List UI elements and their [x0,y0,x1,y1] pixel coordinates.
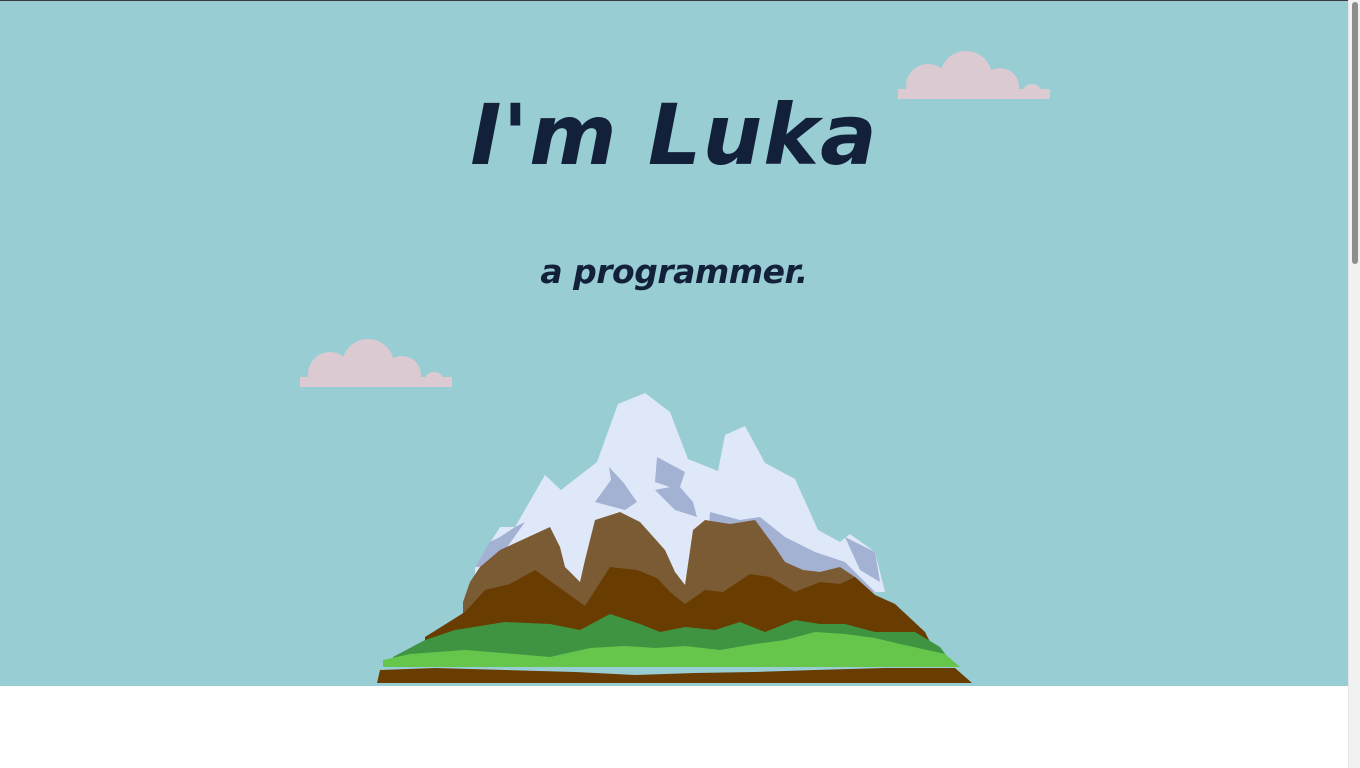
cloud-icon [300,339,452,389]
vertical-scrollbar[interactable] [1348,0,1360,768]
page-subtitle: a programmer. [540,252,808,291]
page-title: I'm Luka [470,86,878,184]
page-content-area [0,686,1348,768]
scrollbar-thumb[interactable] [1352,2,1358,264]
mountain-illustration [377,393,972,683]
hero-section: I'm Luka a programmer. [0,1,1348,686]
